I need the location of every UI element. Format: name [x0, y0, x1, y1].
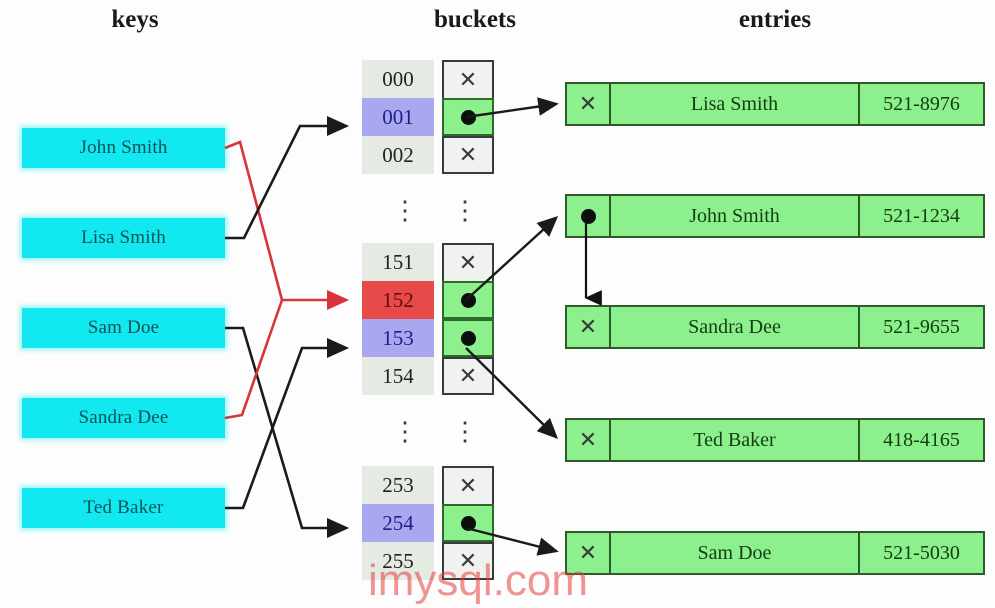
- key-box-ted-baker[interactable]: Ted Baker: [22, 488, 225, 528]
- bucket-pointer-001[interactable]: [442, 98, 494, 136]
- entry-name-sandra-dee: Sandra Dee: [611, 307, 860, 347]
- column-heading-keys: keys: [111, 6, 159, 33]
- entry-pointer-sandra-dee[interactable]: ✕: [567, 307, 611, 347]
- bucket-row-253[interactable]: 253 ✕: [362, 466, 510, 504]
- watermark-text: imysql.com: [368, 556, 589, 605]
- bucket-group-0: 000 ✕ 001 002 ✕: [362, 60, 510, 174]
- bucket-index-002: 002: [362, 136, 434, 174]
- bucket-row-001[interactable]: 001: [362, 98, 510, 136]
- entry-pointer-lisa-smith[interactable]: ✕: [567, 84, 611, 124]
- bucket-index-ellipsis-2: ⋮: [392, 416, 418, 446]
- bucket-index-153: 153: [362, 319, 434, 357]
- bucket-row-153[interactable]: 153: [362, 319, 510, 357]
- key-box-sandra-dee[interactable]: Sandra Dee: [22, 398, 225, 438]
- bucket-index-253: 253: [362, 466, 434, 504]
- entry-lisa-smith[interactable]: ✕ Lisa Smith 521-8976: [565, 82, 985, 126]
- x-icon: ✕: [458, 142, 478, 167]
- entry-phone-john-smith: 521-1234: [883, 204, 960, 227]
- x-icon: ✕: [578, 91, 598, 116]
- bucket-index-152: 152: [362, 281, 434, 319]
- bucket-pointer-253[interactable]: ✕: [442, 466, 494, 504]
- entry-phone-sam-doe: 521-5030: [883, 541, 960, 564]
- key-box-lisa-smith[interactable]: Lisa Smith: [22, 218, 225, 258]
- bucket-group-1: 151 ✕ 152 153 154 ✕: [362, 243, 510, 395]
- bucket-index-151: 151: [362, 243, 434, 281]
- bucket-pointer-152[interactable]: [442, 281, 494, 319]
- link-ted-baker-to-bucket-153: [225, 337, 350, 510]
- link-john-smith-to-bucket-152: [224, 140, 350, 311]
- x-icon: ✕: [458, 67, 478, 92]
- link-sam-doe-to-bucket-254: [225, 326, 350, 539]
- dot-icon: [460, 330, 476, 346]
- dot-icon: [460, 515, 476, 531]
- bucket-index-154: 154: [362, 357, 434, 395]
- bucket-pointer-254[interactable]: [442, 504, 494, 542]
- entry-name-john-smith: John Smith: [611, 196, 860, 236]
- entry-sam-doe[interactable]: ✕ Sam Doe 521-5030: [565, 531, 985, 575]
- entry-sandra-dee[interactable]: ✕ Sandra Dee 521-9655: [565, 305, 985, 349]
- bucket-row-002[interactable]: 002 ✕: [362, 136, 510, 174]
- key-box-john-smith[interactable]: John Smith: [22, 128, 225, 168]
- entry-john-smith[interactable]: John Smith 521-1234: [565, 194, 985, 238]
- entry-phone-sandra-dee: 521-9655: [883, 315, 960, 338]
- dot-icon: [460, 292, 476, 308]
- bucket-pointer-153[interactable]: [442, 319, 494, 357]
- bucket-pointer-154[interactable]: ✕: [442, 357, 494, 395]
- bucket-index-000: 000: [362, 60, 434, 98]
- x-icon: ✕: [458, 363, 478, 388]
- entry-ted-baker[interactable]: ✕ Ted Baker 418-4165: [565, 418, 985, 462]
- key-box-sam-doe[interactable]: Sam Doe: [22, 308, 225, 348]
- entry-pointer-ted-baker[interactable]: ✕: [567, 420, 611, 460]
- link-lisa-smith-to-bucket-001: [225, 115, 350, 240]
- entry-phone-ted-baker: 418-4165: [883, 428, 960, 451]
- bucket-index-001: 001: [362, 98, 434, 136]
- x-icon: ✕: [578, 314, 598, 339]
- hash-table-diagram: keys buckets entries John Smith Lisa Smi…: [0, 0, 995, 608]
- bucket-row-151[interactable]: 151 ✕: [362, 243, 510, 281]
- bucket-pointer-002[interactable]: ✕: [442, 136, 494, 174]
- bucket-pointer-151[interactable]: ✕: [442, 243, 494, 281]
- entry-name-sam-doe: Sam Doe: [611, 533, 860, 573]
- bucket-pointer-000[interactable]: ✕: [442, 60, 494, 98]
- entry-name-lisa-smith: Lisa Smith: [611, 84, 860, 124]
- bucket-row-000[interactable]: 000 ✕: [362, 60, 510, 98]
- x-icon: ✕: [578, 427, 598, 452]
- x-icon: ✕: [458, 250, 478, 275]
- column-heading-entries: entries: [738, 6, 812, 33]
- x-icon: ✕: [458, 473, 478, 498]
- bucket-pointer-ellipsis-1: ⋮: [452, 195, 478, 225]
- dot-icon: [580, 208, 596, 224]
- bucket-index-ellipsis-1: ⋮: [392, 195, 418, 225]
- link-sandra-dee-to-bucket-152: [224, 299, 284, 420]
- bucket-row-154[interactable]: 154 ✕: [362, 357, 510, 395]
- bucket-pointer-ellipsis-2: ⋮: [452, 416, 478, 446]
- column-heading-buckets: buckets: [434, 6, 516, 33]
- entry-name-ted-baker: Ted Baker: [611, 420, 860, 460]
- bucket-index-254: 254: [362, 504, 434, 542]
- dot-icon: [460, 109, 476, 125]
- bucket-row-254[interactable]: 254: [362, 504, 510, 542]
- entry-phone-lisa-smith: 521-8976: [883, 92, 960, 115]
- entry-pointer-john-smith[interactable]: [567, 196, 611, 236]
- bucket-row-152[interactable]: 152: [362, 281, 510, 319]
